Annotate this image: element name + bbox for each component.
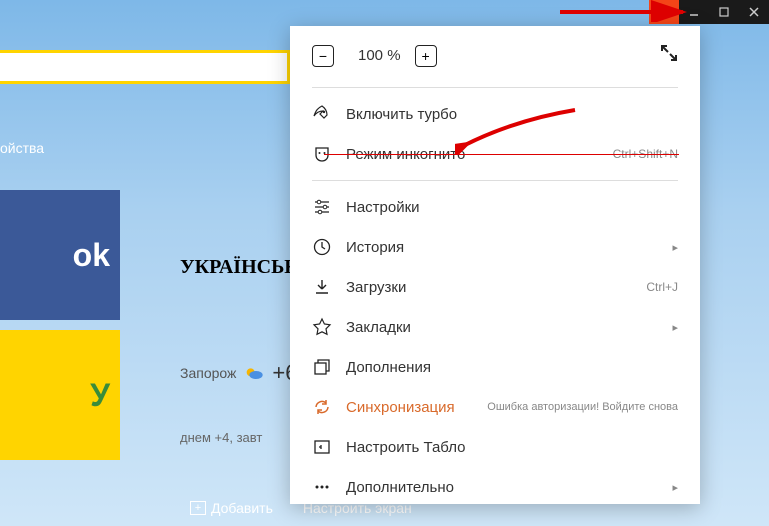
annotation-underline [324, 154, 679, 155]
sync-error-text: Ошибка авторизации! Войдите снова [487, 401, 678, 413]
menu-item-настроить-табло[interactable]: Настроить Табло [290, 427, 700, 467]
facebook-tile[interactable]: ok [0, 190, 120, 320]
sliders-icon [312, 197, 332, 217]
download-icon [312, 277, 332, 297]
tile-letters: У [90, 377, 110, 414]
window-titlebar [649, 0, 769, 24]
city-label: Запорож [180, 365, 236, 381]
search-bar[interactable] [0, 50, 290, 84]
menu-item-загрузки[interactable]: Загрузки Ctrl+J [290, 267, 700, 307]
menu-item-дополнения[interactable]: Дополнения [290, 347, 700, 387]
chevron-right-icon: ▸ [672, 241, 678, 254]
menu-item-синхронизация[interactable]: Синхронизация Ошибка авторизации! Войдите… [290, 387, 700, 427]
menu-item-label: Загрузки [346, 279, 406, 296]
weather-block: Запорож +6 [180, 360, 297, 386]
main-menu-dropdown: − 100 % + Включить турбоРежим инкогнитоC… [290, 26, 700, 504]
menu-item-включить-турбо[interactable]: Включить турбо [290, 94, 700, 134]
menu-item-label: Дополнительно [346, 479, 454, 496]
menu-item-label: Синхронизация [346, 399, 455, 416]
fullscreen-button[interactable] [660, 44, 678, 67]
menu-item-label: Включить турбо [346, 106, 457, 123]
menu-separator [312, 87, 678, 88]
plus-icon: + [190, 501, 206, 515]
zoom-level-label: 100 % [358, 47, 401, 64]
dots-icon [312, 477, 332, 497]
chevron-right-icon: ▸ [672, 321, 678, 334]
add-button[interactable]: +Добавить [190, 500, 273, 516]
zoom-in-button[interactable]: + [415, 45, 437, 67]
menu-item-label: Настроить Табло [346, 439, 465, 456]
clock-icon [312, 237, 332, 257]
star-icon [312, 317, 332, 337]
maximize-button[interactable] [709, 0, 739, 24]
menu-item-история[interactable]: История ▸ [290, 227, 700, 267]
devices-text: ойства [0, 140, 44, 156]
menu-item-дополнительно[interactable]: Дополнительно ▸ [290, 467, 700, 507]
close-button[interactable] [739, 0, 769, 24]
minimize-button[interactable] [679, 0, 709, 24]
chevron-right-icon: ▸ [672, 481, 678, 494]
sync-icon [312, 397, 332, 417]
stack-icon [312, 357, 332, 377]
day-temp: днем +4, завт [180, 430, 262, 445]
menu-item-настройки[interactable]: Настройки [290, 187, 700, 227]
menu-separator [312, 180, 678, 181]
zoom-row: − 100 % + [290, 44, 700, 81]
hamburger-menu-button[interactable] [649, 0, 679, 24]
menu-shortcut: Ctrl+J [646, 280, 678, 294]
zoom-out-button[interactable]: − [312, 45, 334, 67]
rocket-icon [312, 104, 332, 124]
menu-item-label: Настройки [346, 199, 420, 216]
menu-item-label: История [346, 239, 404, 256]
menu-item-закладки[interactable]: Закладки ▸ [290, 307, 700, 347]
menu-item-label: Дополнения [346, 359, 431, 376]
weather-icon [244, 363, 264, 383]
yellow-tile[interactable]: У [0, 330, 120, 460]
tile-letters: ok [73, 237, 110, 274]
menu-item-label: Закладки [346, 319, 411, 336]
tablo-icon [312, 437, 332, 457]
